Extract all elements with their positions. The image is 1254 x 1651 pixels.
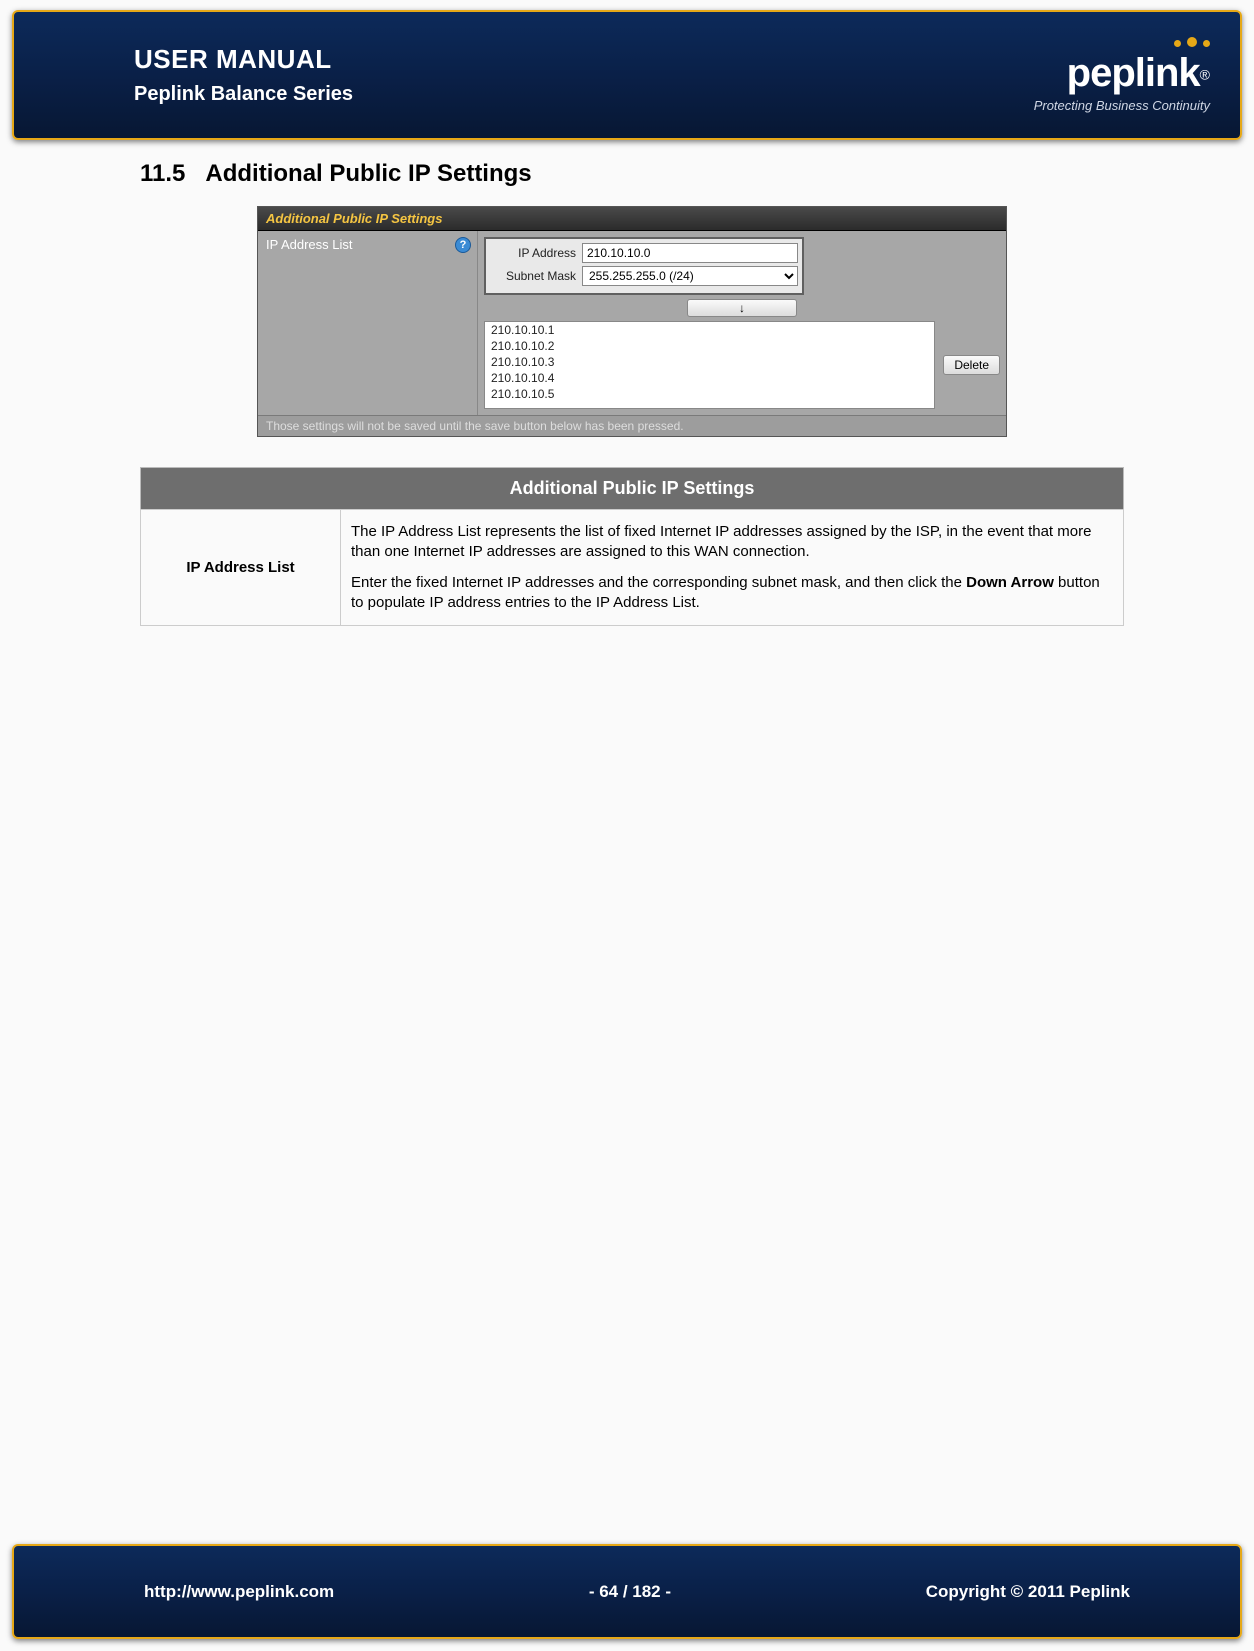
subnet-mask-select[interactable]: 255.255.255.0 (/24): [582, 266, 798, 286]
list-item[interactable]: 210.10.10.2: [485, 338, 934, 354]
section-title: Additional Public IP Settings: [205, 160, 531, 188]
footer-url: http://www.peplink.com: [144, 1582, 334, 1602]
down-arrow-icon: ↓: [739, 301, 745, 315]
footer-banner: http://www.peplink.com - 64 / 182 - Copy…: [12, 1544, 1242, 1639]
settings-panel: Additional Public IP Settings IP Address…: [257, 206, 1007, 437]
logo-text: peplink: [1067, 51, 1200, 95]
list-item[interactable]: 210.10.10.3: [485, 354, 934, 370]
footer-copyright: Copyright © 2011 Peplink: [926, 1582, 1130, 1602]
list-item[interactable]: 210.10.10.4: [485, 370, 934, 386]
desc-p2: Enter the fixed Internet IP addresses an…: [351, 573, 1113, 614]
section-heading: 11.5 Additional Public IP Settings: [140, 160, 1124, 188]
down-arrow-button[interactable]: ↓: [687, 299, 797, 317]
delete-button[interactable]: Delete: [943, 355, 1000, 375]
desc-p1: The IP Address List represents the list …: [351, 522, 1113, 563]
save-note: Those settings will not be saved until t…: [258, 415, 1006, 436]
ip-address-listbox[interactable]: 210.10.10.1 210.10.10.2 210.10.10.3 210.…: [484, 321, 935, 409]
desc-row-label: IP Address List: [141, 510, 341, 626]
header-banner: USER MANUAL Peplink Balance Series pepli…: [12, 10, 1242, 140]
ip-address-label: IP Address: [490, 246, 582, 260]
section-number: 11.5: [140, 160, 185, 188]
logo-area: peplink® Protecting Business Continuity: [1034, 37, 1210, 113]
footer-page: - 64 / 182 -: [589, 1582, 671, 1602]
panel-header: Additional Public IP Settings: [258, 207, 1006, 231]
list-item[interactable]: 210.10.10.1: [485, 322, 934, 338]
down-arrow-bold: Down Arrow: [966, 574, 1054, 591]
logo-tagline: Protecting Business Continuity: [1034, 98, 1210, 113]
doc-subtitle: Peplink Balance Series: [134, 83, 353, 106]
subnet-mask-label: Subnet Mask: [490, 269, 582, 283]
list-item[interactable]: 210.10.10.5: [485, 386, 934, 402]
ip-address-input[interactable]: [582, 243, 798, 263]
header-left: USER MANUAL Peplink Balance Series: [134, 44, 353, 106]
ip-list-side-label: IP Address List: [266, 237, 352, 252]
ip-input-group: IP Address Subnet Mask 255.255.255.0 (/2…: [484, 237, 804, 295]
desc-table-header: Additional Public IP Settings: [141, 468, 1124, 510]
help-icon[interactable]: ?: [455, 237, 471, 253]
panel-side-label: IP Address List ?: [258, 231, 478, 415]
logo-registered-icon: ®: [1200, 67, 1210, 83]
doc-title: USER MANUAL: [134, 44, 353, 75]
description-table: Additional Public IP Settings IP Address…: [140, 467, 1124, 626]
desc-row-body: The IP Address List represents the list …: [341, 510, 1124, 626]
logo-dots-icon: [1174, 37, 1210, 47]
